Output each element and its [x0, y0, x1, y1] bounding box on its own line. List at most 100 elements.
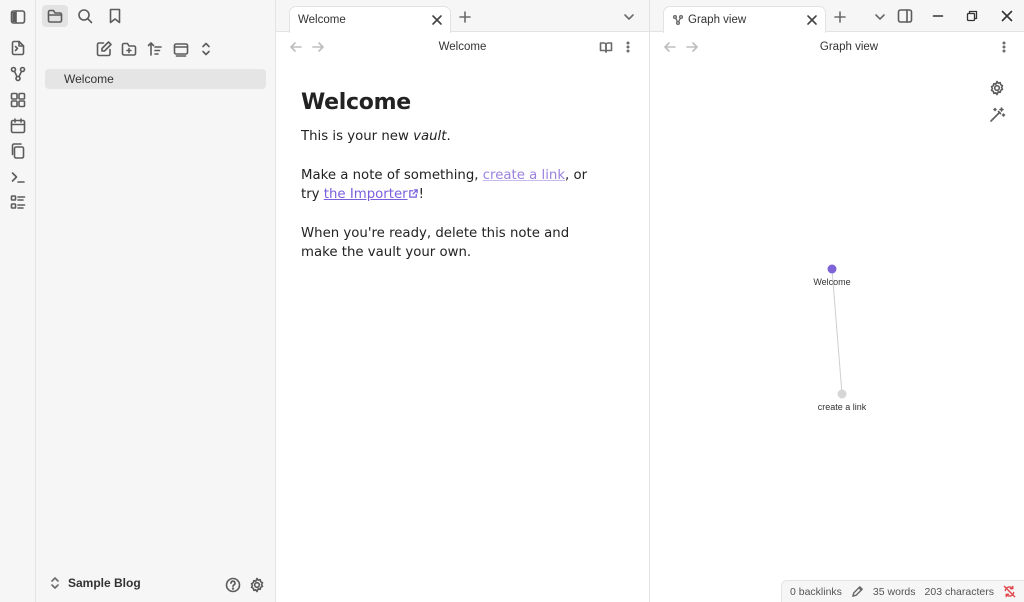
pencil-icon[interactable]: [851, 585, 864, 598]
external-link-icon: [408, 189, 418, 198]
restore-icon: [966, 10, 978, 22]
bases-icon: [10, 195, 26, 209]
tab-welcome[interactable]: Welcome: [289, 6, 451, 33]
file-item-label: Welcome: [64, 72, 114, 86]
collapse-all-icon: [202, 42, 210, 56]
search-tab[interactable]: [72, 5, 98, 27]
internal-link-create-a-link[interactable]: create a link: [483, 168, 565, 183]
tab-label: Welcome: [298, 14, 346, 26]
back-button[interactable]: [288, 39, 304, 55]
sort-button[interactable]: [144, 38, 166, 60]
forward-button[interactable]: [310, 39, 326, 55]
close-window-button[interactable]: [998, 7, 1016, 25]
graph-node-create-a-link[interactable]: [837, 389, 847, 399]
graph-pane: Graph view Graph view Welcome create a l…: [649, 0, 1024, 602]
right-tab-bar: Graph view: [650, 0, 1024, 33]
plus-icon: [459, 11, 471, 23]
files-tab[interactable]: [42, 5, 68, 27]
canvas-icon: [10, 92, 26, 108]
note-paragraph-1: This is your new vault.: [301, 127, 601, 147]
daily-note-icon: [10, 118, 26, 134]
close-window-icon: [1001, 10, 1013, 22]
minimize-button[interactable]: [929, 7, 947, 25]
tab-list-button[interactable]: [872, 9, 888, 25]
character-count: 203 characters: [924, 585, 994, 598]
canvas-button[interactable]: [7, 89, 29, 111]
sidebar-toggle-icon: [10, 10, 26, 24]
graph-view-icon: [672, 14, 684, 26]
auto-reveal-icon: [173, 43, 189, 57]
new-tab-button[interactable]: [457, 9, 473, 25]
collapse-all-button[interactable]: [195, 38, 217, 60]
sync-error-icon[interactable]: [1003, 585, 1016, 598]
gear-icon: [250, 577, 264, 593]
bases-button[interactable]: [7, 191, 29, 213]
p1-emphasis: vault: [413, 129, 447, 144]
chevron-down-icon: [875, 14, 885, 20]
sort-icon: [147, 42, 162, 56]
graph-view-button[interactable]: [7, 63, 29, 85]
editor-tab-bar: Welcome: [276, 0, 649, 33]
help-icon: [225, 577, 241, 593]
close-tab-button[interactable]: [805, 13, 819, 27]
note-heading: Welcome: [301, 90, 411, 115]
right-sidebar-icon: [897, 9, 913, 23]
settings-button[interactable]: [247, 575, 267, 595]
new-note-button[interactable]: [93, 38, 115, 60]
quick-switcher-button[interactable]: [7, 37, 29, 59]
tab-label: Graph view: [688, 14, 747, 26]
vault-switcher[interactable]: Sample Blog: [48, 576, 141, 590]
templates-button[interactable]: [7, 140, 29, 162]
file-item-welcome[interactable]: Welcome: [45, 69, 266, 89]
p2-text: Make a note of something,: [301, 167, 483, 183]
new-folder-button[interactable]: [118, 38, 140, 60]
open-quick-switcher-icon: [11, 40, 25, 56]
bookmarks-tab[interactable]: [102, 5, 128, 27]
more-options-button[interactable]: [620, 39, 636, 55]
restore-button[interactable]: [963, 7, 981, 25]
p1-text: This is your new: [301, 129, 414, 144]
vault-row: Sample Blog: [36, 568, 276, 602]
arrow-left-icon: [664, 42, 676, 52]
view-title: Graph view: [819, 41, 879, 53]
graph-node-label-create-a-link: create a link: [817, 402, 867, 412]
daily-note-button[interactable]: [7, 115, 29, 137]
sidebar-toggle-button[interactable]: [7, 6, 29, 28]
help-button[interactable]: [223, 575, 243, 595]
close-icon: [807, 15, 817, 25]
minimize-icon: [932, 15, 944, 17]
new-note-icon: [96, 41, 112, 57]
close-icon: [432, 15, 442, 25]
arrow-right-icon: [312, 42, 324, 52]
ribbon: [0, 0, 36, 602]
view-title: Welcome: [438, 41, 487, 53]
note-content[interactable]: Welcome This is your new vault. Make a n…: [301, 90, 601, 282]
arrow-left-icon: [290, 42, 302, 52]
graph-node-welcome[interactable]: [827, 264, 837, 274]
reading-view-button[interactable]: [598, 39, 614, 55]
tab-list-button[interactable]: [621, 9, 637, 25]
auto-reveal-button[interactable]: [170, 38, 192, 60]
back-button[interactable]: [662, 39, 678, 55]
new-tab-button[interactable]: [832, 9, 848, 25]
book-open-icon: [599, 42, 613, 53]
external-link-importer[interactable]: the Importer: [324, 187, 419, 202]
close-tab-button[interactable]: [430, 13, 444, 27]
p1-text-end: .: [446, 129, 451, 144]
left-sidebar: Welcome Sample Blog: [36, 0, 276, 602]
graph-edge: [831, 268, 843, 395]
external-link-label: the Importer: [323, 187, 408, 202]
more-vertical-icon: [1002, 41, 1006, 53]
forward-button[interactable]: [684, 39, 700, 55]
chevron-down-icon: [624, 14, 634, 20]
toggle-right-sidebar-button[interactable]: [896, 7, 914, 25]
backlinks-count[interactable]: 0 backlinks: [790, 586, 842, 598]
command-palette-button[interactable]: [7, 166, 29, 188]
tab-graph-view[interactable]: Graph view: [663, 6, 826, 33]
graph-canvas[interactable]: [650, 60, 1024, 580]
p2-text-end: !: [418, 187, 424, 202]
new-folder-icon: [121, 42, 137, 56]
note-paragraph-2: Make a note of something, create a link,…: [301, 166, 601, 205]
note-paragraph-3: When you're ready, delete this note and …: [301, 225, 570, 261]
more-options-button[interactable]: [996, 39, 1012, 55]
